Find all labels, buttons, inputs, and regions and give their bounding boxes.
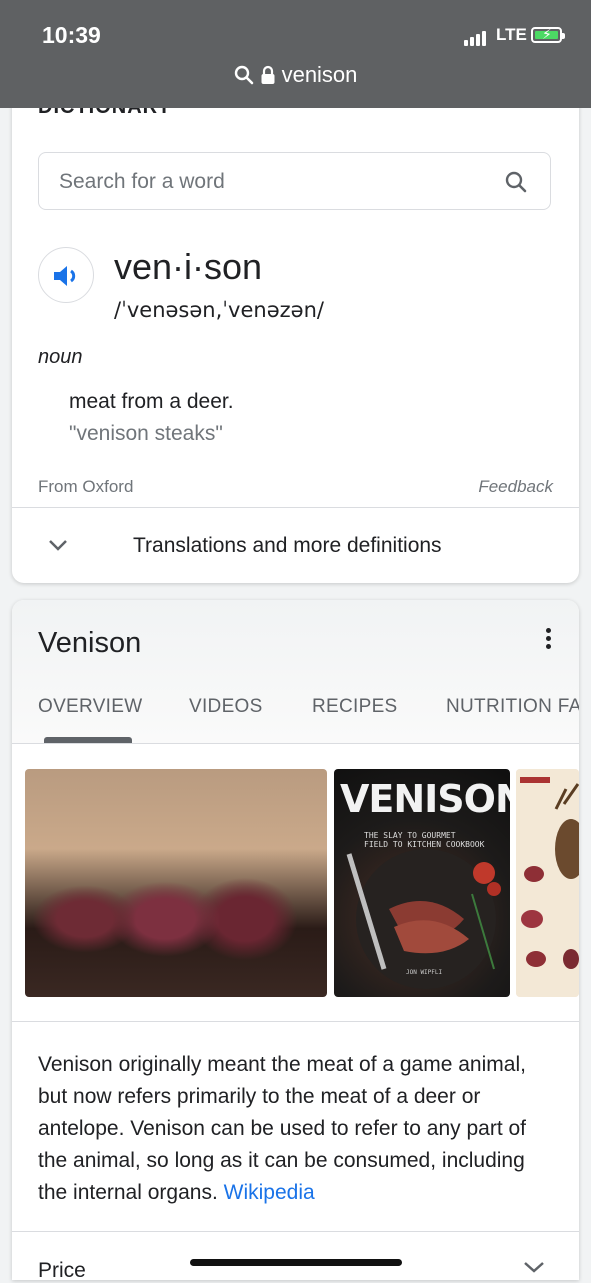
- signal-icon: [464, 28, 488, 46]
- tab-overview[interactable]: OVERVIEW: [38, 696, 142, 718]
- cookbook-title: VENISON: [340, 777, 510, 821]
- lock-icon: [261, 65, 275, 84]
- definition: meat from a deer.: [69, 390, 234, 413]
- deer-cuts-chart-image[interactable]: [516, 769, 579, 997]
- tab-recipes[interactable]: RECIPES: [312, 696, 398, 718]
- panel-description: Venison originally meant the meat of a g…: [38, 1049, 558, 1209]
- tab-nutrition-facts[interactable]: NUTRITION FA: [446, 696, 579, 718]
- phonetic-spelling: /ˈvenəsən,ˈvenəzən/: [114, 298, 324, 322]
- search-placeholder: Search for a word: [59, 170, 225, 193]
- url-bar[interactable]: venison: [0, 62, 591, 88]
- divider: [12, 1231, 579, 1232]
- pronunciation-button[interactable]: [38, 247, 94, 303]
- feedback-link[interactable]: Feedback: [478, 477, 553, 497]
- network-label: LTE: [496, 25, 527, 44]
- cookbook-author: JON WIPFLI: [406, 969, 443, 976]
- search-icon: [234, 65, 253, 85]
- deer-chart-illustration: [516, 769, 579, 997]
- more-definitions-label: Translations and more definitions: [133, 534, 442, 557]
- source-label: From Oxford: [38, 477, 134, 496]
- knowledge-panel: Venison OVERVIEW VIDEOS RECIPES NUTRITIO…: [12, 600, 579, 1283]
- image-carousel[interactable]: VENISON THE SLAY TO GOURMET FIELD TO KIT…: [25, 769, 579, 997]
- panel-header: Venison OVERVIEW VIDEOS RECIPES NUTRITIO…: [12, 600, 579, 743]
- search-icon[interactable]: [504, 170, 528, 194]
- chevron-down-icon: [49, 540, 67, 551]
- more-options-icon[interactable]: [546, 628, 551, 652]
- part-of-speech: noun: [38, 346, 83, 368]
- word-search-input[interactable]: Search for a word: [38, 152, 551, 210]
- venison-cookbook-image[interactable]: VENISON THE SLAY TO GOURMET FIELD TO KIT…: [334, 769, 510, 997]
- usage-example: "venison steaks": [69, 422, 223, 445]
- chevron-down-icon[interactable]: [523, 1260, 545, 1274]
- status-time: 10:39: [42, 22, 101, 48]
- panel-title: Venison: [38, 627, 142, 659]
- panel-tabs: OVERVIEW VIDEOS RECIPES NUTRITION FA: [12, 694, 579, 742]
- home-indicator[interactable]: [190, 1259, 402, 1266]
- divider: [12, 743, 579, 744]
- wikipedia-link[interactable]: Wikipedia: [224, 1181, 315, 1204]
- tab-videos[interactable]: VIDEOS: [189, 696, 263, 718]
- speaker-icon: [54, 266, 76, 286]
- url-text: venison: [281, 62, 358, 87]
- browser-top-bar: 10:39 LTE ⚡ venison: [0, 0, 591, 108]
- divider: [12, 1021, 579, 1022]
- battery-icon: ⚡: [531, 26, 565, 43]
- price-section-label[interactable]: Price: [38, 1259, 86, 1283]
- venison-steak-image[interactable]: [25, 769, 327, 997]
- dictionary-card: DICTIONARY Search for a word ven·i·son /…: [12, 60, 579, 583]
- cookbook-subtitle: THE SLAY TO GOURMET FIELD TO KITCHEN COO…: [364, 831, 485, 849]
- more-definitions-button[interactable]: Translations and more definitions: [12, 508, 579, 583]
- headword: ven·i·son: [114, 246, 263, 287]
